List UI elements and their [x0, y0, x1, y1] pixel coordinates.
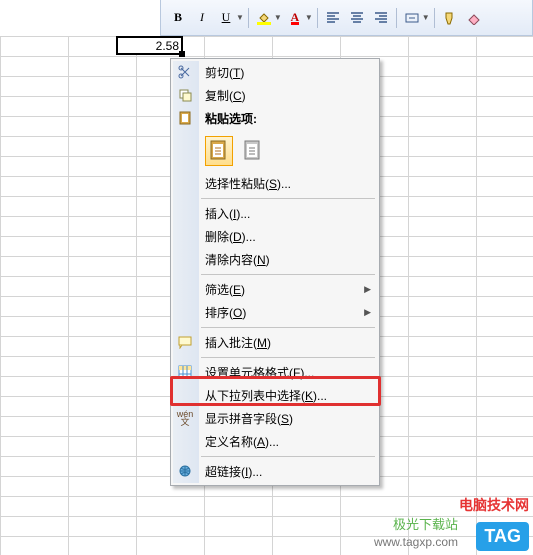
- scissors-icon: [177, 64, 193, 80]
- font-color-dropdown[interactable]: ▼: [305, 13, 313, 22]
- pinyin-icon: wén文: [177, 410, 193, 426]
- italic-button[interactable]: I: [191, 7, 213, 29]
- menu-separator: [201, 198, 375, 199]
- toolbar-separator: [396, 8, 397, 28]
- toolbar-separator: [434, 8, 435, 28]
- eraser-button[interactable]: [463, 7, 485, 29]
- menu-define-name[interactable]: 定义名称(A)...: [173, 430, 377, 453]
- format-cells-icon: [177, 364, 193, 380]
- paste-options-row: [173, 130, 377, 172]
- menu-sort[interactable]: 排序(O) ▶: [173, 301, 377, 324]
- menu-cut[interactable]: 剪切(T): [173, 61, 377, 84]
- brush-icon: [443, 11, 457, 25]
- watermark-secondary: 极光下载站: [393, 514, 458, 533]
- align-left-button[interactable]: [322, 7, 344, 29]
- watermark-site-name: 电脑技术网: [459, 495, 529, 515]
- menu-separator: [201, 456, 375, 457]
- merge-cells-button[interactable]: [401, 7, 423, 29]
- menu-separator: [201, 327, 375, 328]
- clipboard-values-icon: [243, 140, 263, 162]
- cell-context-menu: 剪切(T) 复制(C) 粘贴选项: 选择性粘贴(S)... 插入(I)... 删…: [170, 58, 380, 486]
- menu-paste-options-header: 粘贴选项:: [173, 107, 377, 130]
- toolbar-separator: [317, 8, 318, 28]
- bold-button[interactable]: B: [167, 7, 189, 29]
- menu-filter[interactable]: 筛选(E) ▶: [173, 278, 377, 301]
- watermark-url: www.tagxp.com: [374, 535, 458, 549]
- clipboard-paste-icon: [209, 140, 229, 162]
- watermark-logo: TAG: [476, 522, 529, 551]
- menu-show-pinyin[interactable]: wén文 显示拼音字段(S): [173, 407, 377, 430]
- menu-pick-from-list[interactable]: 从下拉列表中选择(K)...: [173, 384, 377, 407]
- menu-separator: [201, 274, 375, 275]
- toolbar-separator: [248, 8, 249, 28]
- align-right-icon: [374, 11, 388, 25]
- copy-icon: [177, 87, 193, 103]
- menu-insert[interactable]: 插入(I)...: [173, 202, 377, 225]
- active-cell-value: 2.58: [156, 39, 179, 53]
- submenu-arrow-icon: ▶: [364, 307, 371, 318]
- paste-option-all[interactable]: [205, 136, 233, 166]
- align-left-icon: [326, 11, 340, 25]
- align-right-button[interactable]: [370, 7, 392, 29]
- paste-option-values[interactable]: [239, 136, 267, 166]
- align-center-icon: [350, 11, 364, 25]
- paint-bucket-icon: [257, 11, 271, 25]
- comment-icon: [177, 334, 193, 350]
- menu-format-cells[interactable]: 设置单元格格式(F)...: [173, 361, 377, 384]
- menu-clear-contents[interactable]: 清除内容(N): [173, 248, 377, 271]
- fill-color-dropdown[interactable]: ▼: [274, 13, 282, 22]
- formatting-toolbar: B I U ▼ ▼ A ▼ ▼: [160, 0, 533, 36]
- underline-button[interactable]: U: [215, 7, 237, 29]
- menu-delete[interactable]: 删除(D)...: [173, 225, 377, 248]
- menu-copy[interactable]: 复制(C): [173, 84, 377, 107]
- fill-color-button[interactable]: [253, 7, 275, 29]
- hyperlink-icon: [177, 463, 193, 479]
- merge-dropdown[interactable]: ▼: [422, 13, 430, 22]
- fill-handle[interactable]: [179, 51, 185, 57]
- clipboard-icon: [177, 110, 193, 126]
- eraser-icon: [467, 11, 481, 25]
- underline-dropdown[interactable]: ▼: [236, 13, 244, 22]
- menu-hyperlink[interactable]: 超链接(I)...: [173, 460, 377, 483]
- active-cell[interactable]: 2.58: [116, 36, 183, 55]
- align-center-button[interactable]: [346, 7, 368, 29]
- font-color-button[interactable]: A: [284, 7, 306, 29]
- menu-paste-special[interactable]: 选择性粘贴(S)...: [173, 172, 377, 195]
- submenu-arrow-icon: ▶: [364, 284, 371, 295]
- menu-separator: [201, 357, 375, 358]
- format-painter-button[interactable]: [439, 7, 461, 29]
- merge-icon: [405, 11, 419, 25]
- menu-insert-comment[interactable]: 插入批注(M): [173, 331, 377, 354]
